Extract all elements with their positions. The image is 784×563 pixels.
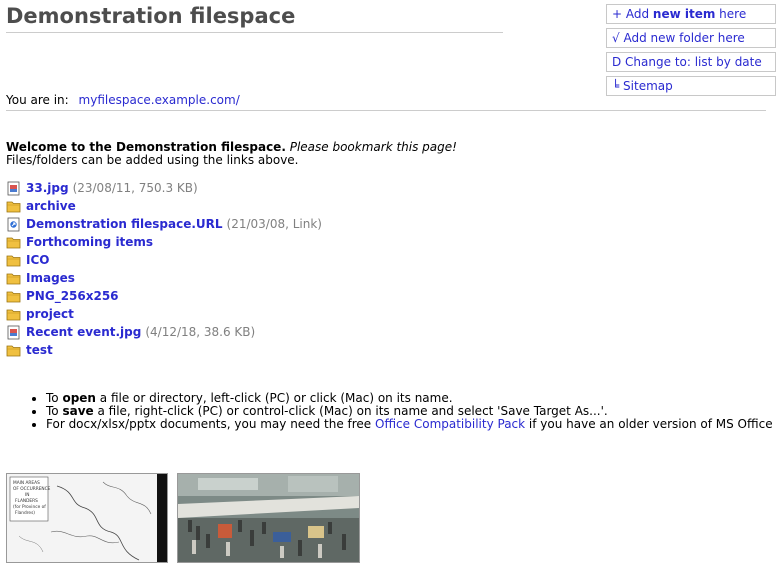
event-photo-thumbnail[interactable] [177, 473, 360, 563]
folder-icon [6, 253, 21, 268]
help-tips: To open a file or directory, left-click … [26, 392, 784, 431]
tip-text: if you have an older version of MS Offic… [525, 417, 773, 431]
page-title: Demonstration filespace [6, 4, 296, 28]
file-link[interactable]: PNG_256x256 [26, 287, 119, 305]
image-file-icon [6, 181, 21, 196]
tip-keyword: open [62, 391, 96, 405]
file-link[interactable]: Recent event.jpg [26, 323, 141, 341]
file-link[interactable]: Images [26, 269, 75, 287]
folder-icon [6, 235, 21, 250]
file-list-item: project [6, 305, 322, 323]
map-legend-line: Flandres) [15, 510, 35, 516]
location-url-link[interactable]: myfilespace.example.com/ [79, 93, 240, 107]
bookmark-text: Please bookmark this page! [289, 140, 457, 154]
list-by-date-link[interactable]: D Change to: list by date [606, 52, 776, 72]
location-divider [6, 110, 766, 111]
folder-icon [6, 289, 21, 304]
file-link[interactable]: test [26, 341, 53, 359]
link-file-icon [6, 217, 21, 232]
file-list-item: test [6, 341, 322, 359]
file-link[interactable]: ICO [26, 251, 49, 269]
action-text: here [715, 7, 747, 21]
file-meta: (4/12/18, 38.6 KB) [145, 325, 256, 339]
file-list-item: ICO [6, 251, 322, 269]
folder-icon [6, 307, 21, 322]
sitemap-link[interactable]: ╘ Sitemap [606, 76, 776, 96]
tip-keyword: save [62, 404, 94, 418]
file-meta: (23/08/11, 750.3 KB) [72, 181, 198, 195]
file-list-item: archive [6, 197, 322, 215]
file-list-item: Forthcoming items [6, 233, 322, 251]
welcome-text: Welcome to the Demonstration filespace. [6, 140, 286, 154]
action-text: D Change to: list by date [612, 55, 762, 69]
title-divider [6, 32, 503, 33]
image-file-icon [6, 325, 21, 340]
map-legend-line: OF OCCURRENCE [13, 486, 51, 492]
tip-text: To [46, 404, 63, 418]
file-list-item: PNG_256x256 [6, 287, 322, 305]
file-list: 33.jpg (23/08/11, 750.3 KB) archive Demonst… [6, 179, 322, 359]
office-compatibility-pack-link[interactable]: Office Compatibility Pack [375, 417, 525, 431]
map-thumbnail[interactable]: MAIN AREAS OF OCCURRENCE IN FLANDERS (fo… [6, 473, 168, 563]
instructions-text: Files/folders can be added using the lin… [6, 153, 299, 167]
folder-icon [6, 271, 21, 286]
action-text: ╘ Sitemap [612, 79, 673, 93]
file-meta: (21/03/08, Link) [226, 217, 322, 231]
map-legend-line: FLANDERS [15, 498, 38, 504]
tip-text: For docx/xlsx/pptx documents, you may ne… [46, 417, 375, 431]
file-list-item: Recent event.jpg (4/12/18, 38.6 KB) [6, 323, 322, 341]
map-legend-line: (for Province of [13, 504, 46, 510]
action-panel: + Add new item here √ Add new folder her… [606, 4, 776, 100]
location-label: You are in: [6, 93, 69, 107]
tip-text: a file, right-click (PC) or control-clic… [93, 404, 608, 418]
file-link[interactable]: 33.jpg [26, 179, 69, 197]
action-text-bold: new item [652, 7, 716, 21]
file-link[interactable]: Forthcoming items [26, 233, 153, 251]
add-new-folder-link[interactable]: √ Add new folder here [606, 28, 776, 48]
map-image: MAIN AREAS OF OCCURRENCE IN FLANDERS (fo… [7, 474, 167, 562]
tip-office: For docx/xlsx/pptx documents, you may ne… [46, 418, 784, 431]
file-link[interactable]: project [26, 305, 74, 323]
tip-text: a file or directory, left-click (PC) or … [95, 391, 453, 405]
event-photo-image [178, 474, 359, 562]
map-legend-line: IN [25, 492, 29, 498]
map-legend-line: MAIN AREAS [13, 480, 40, 486]
file-list-item: Images [6, 269, 322, 287]
action-text: + Add [612, 7, 653, 21]
folder-icon [6, 343, 21, 358]
breadcrumb: You are in: myfilespace.example.com/ [6, 93, 240, 107]
file-list-item: 33.jpg (23/08/11, 750.3 KB) [6, 179, 322, 197]
tip-text: To [46, 391, 63, 405]
file-link[interactable]: Demonstration filespace.URL [26, 215, 223, 233]
folder-icon [6, 199, 21, 214]
file-list-item: Demonstration filespace.URL (21/03/08, Li… [6, 215, 322, 233]
add-new-item-link[interactable]: + Add new item here [606, 4, 776, 24]
action-text: √ Add new folder here [612, 31, 745, 45]
intro-text: Welcome to the Demonstration filespace. … [6, 141, 457, 167]
file-link[interactable]: archive [26, 197, 76, 215]
